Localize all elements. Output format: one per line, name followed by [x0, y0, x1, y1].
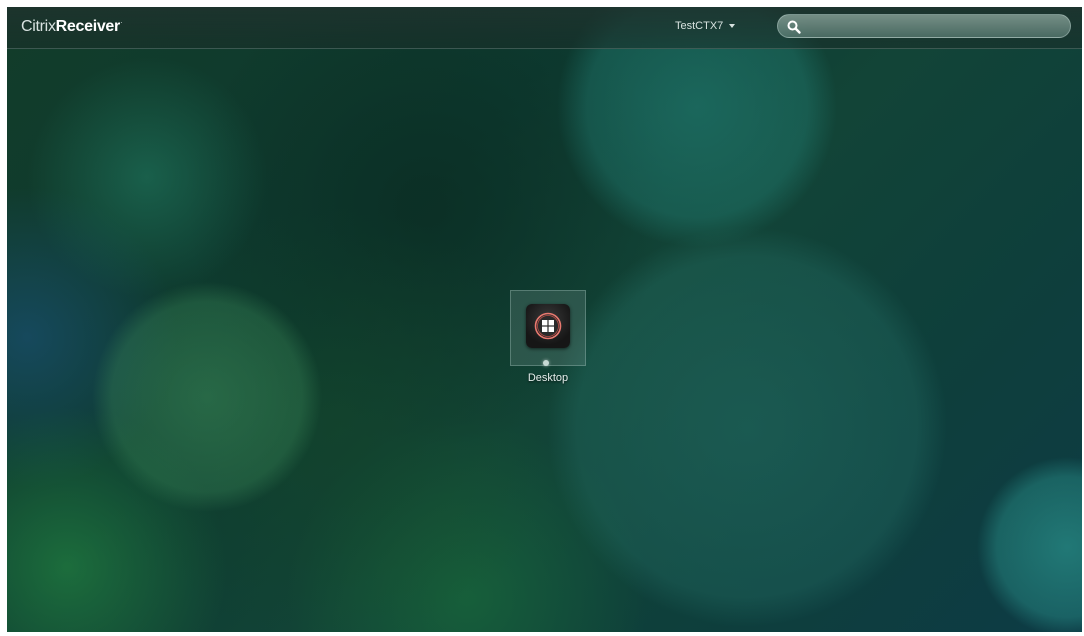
user-menu-button[interactable]: TestCTX7	[675, 20, 736, 32]
caret-down-icon	[729, 24, 736, 29]
receiver-window: CitrixReceiver· TestCTX7 Desktop	[7, 7, 1082, 632]
search-icon[interactable]	[786, 19, 802, 35]
logo-citrix-text: Citrix	[21, 18, 56, 35]
search-input[interactable]	[806, 17, 1066, 37]
citrix-receiver-logo: CitrixReceiver·	[21, 18, 123, 36]
app-label-desktop[interactable]: Desktop	[508, 372, 588, 384]
logo-mark: ·	[119, 18, 123, 27]
logo-receiver-text: Receiver	[55, 18, 121, 35]
top-bar: CitrixReceiver· TestCTX7	[7, 7, 1082, 49]
search-box[interactable]	[777, 14, 1071, 38]
app-status-indicator	[543, 360, 549, 366]
app-tile-desktop[interactable]	[510, 290, 586, 366]
user-name-label: TestCTX7	[675, 20, 724, 32]
windows-desktop-icon	[526, 304, 570, 348]
